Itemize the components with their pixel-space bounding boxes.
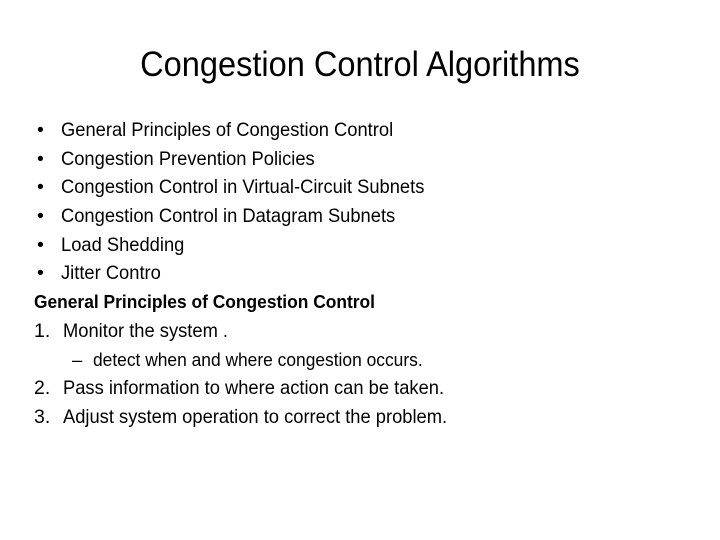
list-item-label: Monitor the system . [63,319,229,342]
list-item: • General Principles of Congestion Contr… [33,116,693,145]
list-number-label: 1. [34,319,51,342]
list-item: • Congestion Control in Virtual-Circuit … [33,173,693,202]
list-number-label: 2. [34,377,51,400]
list-item: • Jitter Contro [33,259,693,288]
list-item-label: Load Shedding [61,233,185,256]
list-item: 3. Adjust system operation to correct th… [33,403,693,432]
slide-body: • General Principles of Congestion Contr… [33,116,693,432]
page-title: Congestion Control Algorithms [140,45,580,84]
list-item-label: Congestion Control in Virtual-Circuit Su… [61,176,425,199]
slide-canvas: Congestion Control Algorithms • General … [0,0,720,540]
topic-bullet-list: • General Principles of Congestion Contr… [33,116,693,288]
numbered-step-list: 1. Monitor the system . – detect when an… [33,317,693,432]
list-number-label: 3. [34,405,51,428]
list-item: • Load Shedding [33,231,693,260]
list-item: 2. Pass information to where action can … [33,374,693,403]
list-item-label: General Principles of Congestion Control [61,119,394,141]
bullet-icon: • [37,233,44,256]
sub-list-item-label: detect when and where congestion occurs. [93,348,423,370]
list-item-label: Congestion Prevention Policies [61,147,315,170]
list-item: • Congestion Prevention Policies [33,145,693,174]
list-item-label: Adjust system operation to correct the p… [63,405,448,428]
bullet-icon: • [37,205,44,228]
list-item-label: Congestion Control in Datagram Subnets [61,205,396,228]
list-item: • Congestion Control in Datagram Subnets [33,202,693,231]
list-item: 1. Monitor the system . [33,317,693,346]
sub-list-item: – detect when and where congestion occur… [33,346,693,375]
bullet-icon: • [37,119,44,141]
list-item-label: Pass information to where action can be … [63,377,445,400]
bullet-icon: • [37,262,44,285]
list-item-label: Jitter Contro [61,262,161,285]
dash-icon: – [72,348,83,370]
section-heading: General Principles of Congestion Control [33,291,376,313]
bullet-icon: • [37,147,44,170]
bullet-icon: • [37,176,44,199]
